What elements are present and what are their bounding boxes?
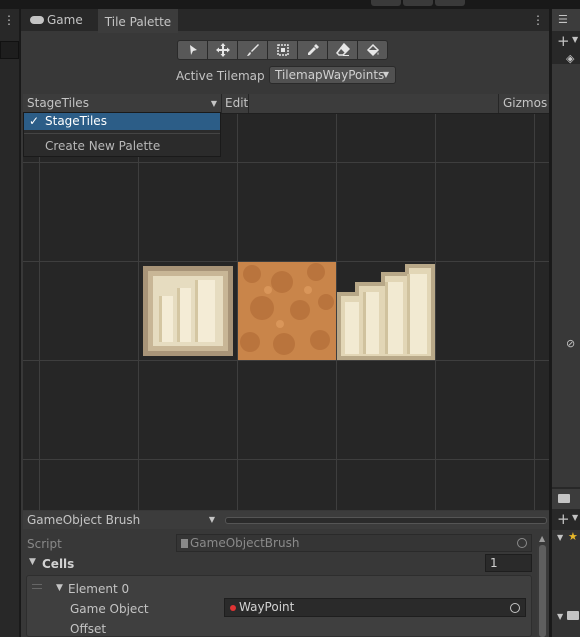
waypoint-dot-icon — [230, 605, 236, 611]
box-fill-tool-button[interactable] — [267, 40, 298, 60]
object-picker-icon[interactable] — [517, 538, 527, 548]
menu-separator — [24, 133, 220, 134]
tool-button-group — [177, 40, 388, 60]
cells-count-value: 1 — [490, 556, 498, 570]
hierarchy-icon: ☰ — [558, 13, 568, 26]
step-button[interactable] — [435, 0, 465, 6]
left-panel-menu-icon[interactable]: ⋮ — [3, 14, 15, 26]
erase-tool-button[interactable] — [327, 40, 358, 60]
gizmos-button[interactable]: Gizmos — [498, 94, 549, 113]
folder-icon — [558, 494, 570, 503]
brush-dropdown-value: GameObject Brush — [27, 513, 141, 527]
edit-button[interactable]: Edit — [221, 94, 249, 113]
scene-icon: ◈ — [566, 52, 575, 65]
hierarchy-tab[interactable]: ☰ — [552, 9, 580, 31]
offset-label: Offset — [70, 622, 107, 636]
cells-foldout-arrow-icon[interactable]: ▼ — [29, 557, 36, 567]
active-tilemap-value: TilemapWayPoints — [275, 68, 385, 82]
chevron-down-icon[interactable]: ▼ — [572, 35, 578, 44]
pause-button[interactable] — [403, 0, 433, 6]
grid-line — [534, 114, 535, 510]
arrow-icon — [189, 45, 197, 55]
hierarchy-panel — [552, 64, 580, 487]
picker-tool-button[interactable] — [297, 40, 328, 60]
panel-resize-slider[interactable] — [225, 517, 547, 524]
tab-tile-palette[interactable]: Tile Palette — [98, 9, 178, 33]
favorites-star-icon: ★ — [568, 530, 578, 543]
stone-block-tile[interactable] — [139, 262, 237, 360]
drag-handle-icon[interactable] — [32, 588, 42, 589]
drag-handle-icon[interactable] — [32, 584, 42, 585]
left-panel-field[interactable] — [0, 41, 19, 59]
scroll-up-icon[interactable]: ▲ — [539, 534, 545, 543]
game-object-field[interactable]: WayPoint — [224, 598, 526, 617]
hidden-eye-icon[interactable]: ⊘ — [566, 337, 575, 350]
grid-line — [23, 360, 549, 361]
brush-icon — [246, 44, 259, 56]
chevron-down-icon: ▼ — [208, 515, 215, 524]
gizmos-button-label: Gizmos — [503, 96, 548, 110]
game-object-label: Game Object — [70, 602, 149, 616]
grid-line — [23, 459, 549, 460]
edit-button-label: Edit — [225, 96, 249, 110]
tab-game[interactable]: Game — [24, 9, 96, 31]
folder-icon — [567, 611, 579, 620]
foldout-arrow-icon[interactable]: ▼ — [557, 533, 563, 542]
window-menu-icon[interactable]: ⋮ — [532, 13, 544, 27]
project-tab[interactable] — [552, 489, 580, 509]
foldout-arrow-icon[interactable]: ▼ — [557, 612, 563, 621]
object-picker-icon[interactable] — [510, 603, 520, 613]
box-icon — [276, 44, 289, 56]
cells-count-field[interactable]: 1 — [485, 554, 532, 572]
chevron-down-icon: ▼ — [210, 99, 217, 108]
script-file-icon — [181, 539, 188, 548]
brush-dropdown[interactable]: GameObject Brush ▼ — [23, 511, 219, 529]
play-button[interactable] — [371, 0, 401, 6]
checkmark-icon: ✓ — [29, 114, 40, 128]
move-icon — [215, 43, 230, 57]
cells-label: Cells — [42, 557, 75, 571]
menu-item-stagetiles-label: StageTiles — [45, 114, 107, 128]
palette-grid[interactable] — [23, 114, 549, 510]
element-label: Element 0 — [68, 582, 130, 596]
move-tool-button[interactable] — [207, 40, 238, 60]
bucket-icon — [366, 43, 379, 57]
chevron-down-icon[interactable]: ▼ — [572, 513, 578, 522]
left-dock-panel: ⋮ — [0, 9, 20, 637]
stone-stairs-tile[interactable] — [337, 262, 435, 360]
top-toolbar-strip — [0, 0, 580, 9]
eyedropper-icon — [307, 44, 319, 55]
menu-item-create-new-palette[interactable]: Create New Palette — [45, 139, 160, 153]
game-icon — [30, 15, 44, 24]
grid-line — [435, 114, 436, 510]
active-tilemap-label: Active Tilemap — [176, 69, 265, 83]
grid-line — [23, 162, 549, 163]
script-label: Script — [27, 537, 62, 551]
script-field[interactable]: GameObjectBrush — [176, 534, 532, 552]
active-tilemap-dropdown[interactable]: TilemapWayPoints ▼ — [269, 66, 396, 84]
select-tool-button[interactable] — [177, 40, 208, 60]
fill-tool-button[interactable] — [357, 40, 388, 60]
eraser-icon — [335, 43, 350, 56]
script-field-value: GameObjectBrush — [190, 536, 300, 550]
paint-tool-button[interactable] — [237, 40, 268, 60]
palette-dropdown-value: StageTiles — [27, 96, 89, 110]
chevron-down-icon: ▼ — [382, 70, 389, 79]
palette-dropdown[interactable]: StageTiles ▼ — [23, 94, 221, 113]
element-foldout-arrow-icon[interactable]: ▼ — [56, 583, 63, 593]
inspector-scroll-thumb[interactable] — [539, 545, 546, 637]
grid-line — [39, 114, 40, 510]
add-icon[interactable]: + — [557, 510, 570, 528]
game-object-value: WayPoint — [239, 600, 295, 614]
tab-game-label: Game — [47, 13, 83, 27]
tab-tile-palette-label: Tile Palette — [104, 15, 172, 29]
add-icon[interactable]: + — [557, 32, 570, 50]
sand-tile[interactable] — [238, 262, 336, 360]
